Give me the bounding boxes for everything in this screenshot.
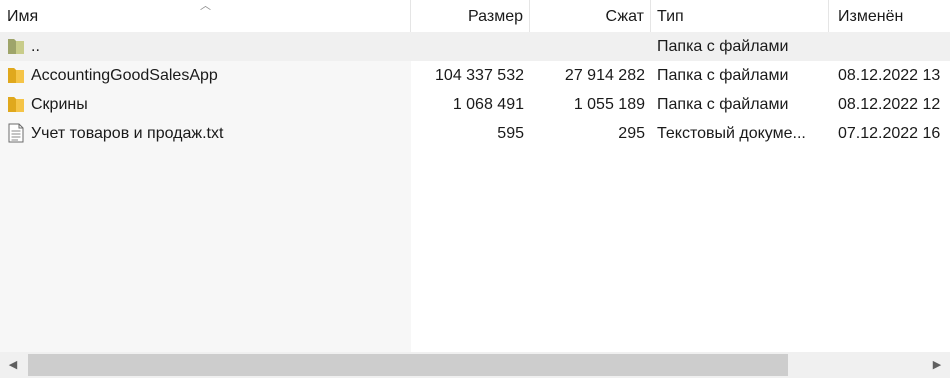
header-modified-label: Изменён [838, 8, 904, 25]
file-size: 1 068 491 [452, 96, 524, 113]
file-size: 595 [497, 125, 524, 142]
sort-ascending-icon: ︿ [200, 0, 211, 12]
file-modified [829, 32, 950, 61]
scrollbar-thumb[interactable] [28, 354, 788, 376]
file-row[interactable]: Учет товаров и продаж.txt 595 295 Тексто… [0, 119, 950, 148]
file-type: Папка с файлами [657, 38, 789, 55]
file-packed-size: 1 055 189 [573, 96, 645, 113]
header-modified[interactable]: Изменён [829, 0, 950, 34]
file-size [411, 32, 530, 61]
header-type-label: Тип [657, 8, 684, 25]
header-size-label: Размер [468, 8, 523, 25]
file-packed-size [530, 32, 651, 61]
header-type[interactable]: Тип [651, 0, 829, 34]
file-modified: 07.12.2022 16 [838, 125, 941, 142]
file-type: Папка с файлами [657, 96, 789, 113]
header-packed-label: Сжат [605, 8, 644, 25]
file-row-parent[interactable]: .. Папка с файлами [0, 32, 950, 61]
column-header: ︿ Имя Размер Сжат Тип Изменён [0, 0, 950, 34]
file-row[interactable]: AccountingGoodSalesApp 104 337 532 27 91… [0, 61, 950, 90]
file-modified: 08.12.2022 12 [838, 96, 941, 113]
file-row[interactable]: Скрины 1 068 491 1 055 189 Папка с файла… [0, 90, 950, 119]
scroll-right-icon[interactable]: ▶ [924, 352, 950, 378]
header-name-label: Имя [7, 8, 39, 25]
file-size: 104 337 532 [435, 67, 524, 84]
file-name: .. [31, 38, 40, 55]
horizontal-scrollbar[interactable]: ◀ ▶ [0, 352, 950, 378]
file-name: AccountingGoodSalesApp [31, 67, 218, 84]
scroll-left-icon[interactable]: ◀ [0, 352, 26, 378]
header-size[interactable]: Размер [411, 0, 530, 34]
file-type: Текстовый докуме... [657, 125, 806, 142]
file-packed-size: 27 914 282 [564, 67, 645, 84]
file-modified: 08.12.2022 13 [838, 67, 941, 84]
file-packed-size: 295 [618, 125, 645, 142]
file-name: Учет товаров и продаж.txt [31, 125, 224, 142]
file-name: Скрины [31, 96, 88, 113]
file-type: Папка с файлами [657, 67, 789, 84]
header-name[interactable]: ︿ Имя [0, 0, 411, 34]
header-packed[interactable]: Сжат [530, 0, 651, 34]
